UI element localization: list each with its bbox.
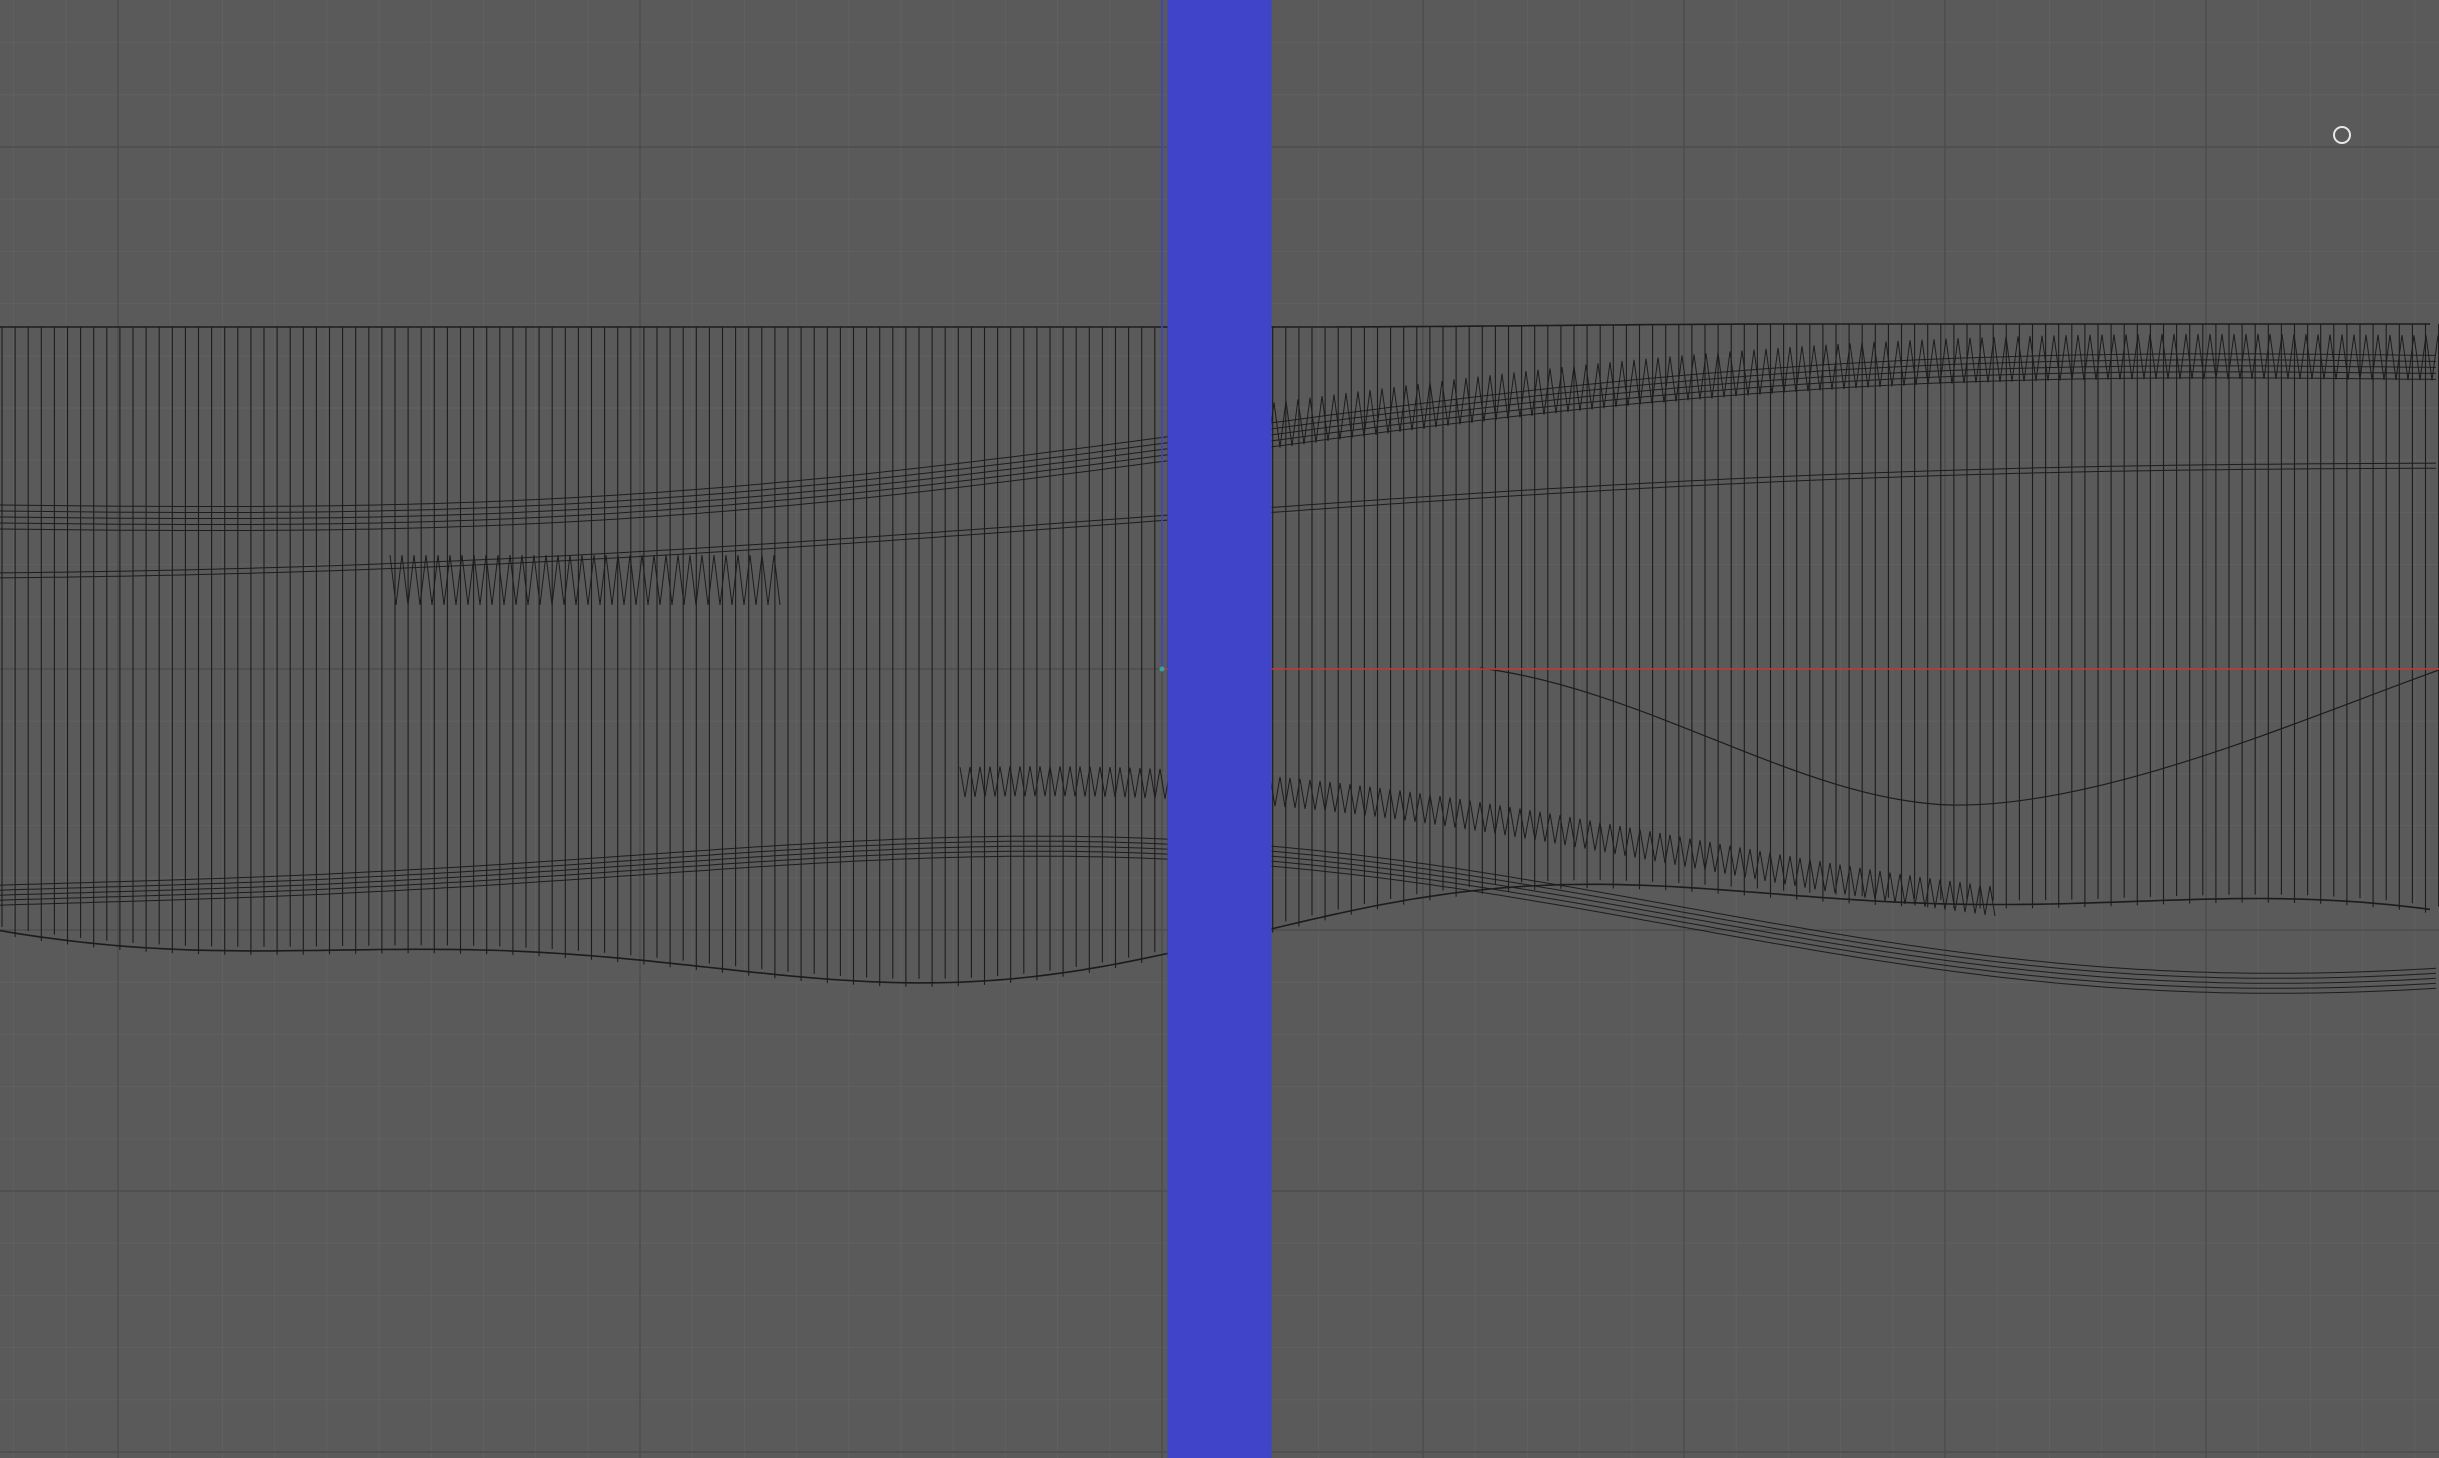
mesh-lower-band [0,845,2437,984]
mesh-upper-band [0,377,2437,531]
mesh-zigzag-upper-right [1249,333,2439,451]
mesh-upper-band [0,353,2437,507]
mesh-curve [1479,667,2439,806]
mesh-upper-band [0,371,2437,525]
mesh-upper-band [0,365,2437,519]
3d-viewport[interactable] [0,0,2439,1458]
viewport-scene [0,0,2439,1458]
wireframe-mesh[interactable] [0,323,2439,994]
grid-major-lines [0,0,2439,1458]
circle-outline-icon[interactable] [2333,126,2351,144]
grid-minor-lines [0,0,2439,1458]
origin-dot-icon[interactable] [1159,666,1165,672]
mesh-upper-band [0,359,2437,513]
mesh-zigzag-upper-left [389,554,781,606]
mesh-middle-band [0,462,2436,574]
mesh-top-edge [0,323,2430,328]
mesh-bottom-edge [0,883,2431,984]
